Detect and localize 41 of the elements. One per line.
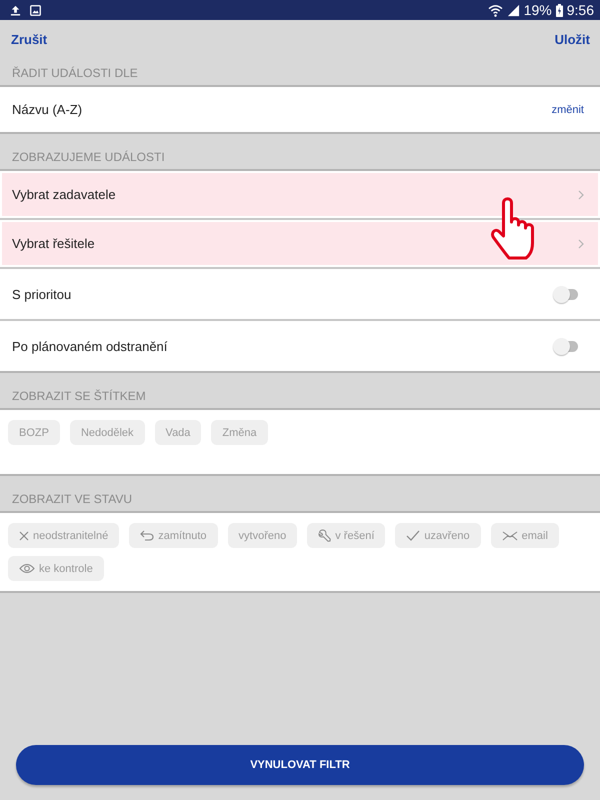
toggle-switch[interactable] bbox=[553, 338, 578, 354]
upload-icon bbox=[10, 4, 21, 16]
row-label: Po plánovaném odstranění bbox=[12, 338, 168, 354]
section-title: ŘADIT UDÁLOSTI DLE bbox=[12, 66, 138, 80]
save-button[interactable]: Uložit bbox=[554, 30, 590, 48]
toggle-switch[interactable] bbox=[553, 286, 578, 302]
filter-chip[interactable]: uzavřeno bbox=[395, 523, 481, 548]
select-row[interactable]: Vybrat řešitele bbox=[2, 222, 598, 265]
section-title: ZOBRAZIT VE STAVU bbox=[12, 492, 132, 506]
undo-arrow-icon bbox=[140, 530, 154, 541]
row-label: S prioritou bbox=[12, 286, 72, 302]
wifi-icon bbox=[488, 4, 503, 16]
filter-chip[interactable]: email bbox=[490, 523, 559, 548]
battery-percent: 19% bbox=[524, 2, 552, 18]
filter-chip[interactable]: Vada bbox=[154, 420, 202, 445]
cross-icon bbox=[19, 530, 29, 540]
chevron-icon bbox=[578, 238, 584, 248]
checkmark-icon bbox=[406, 530, 420, 541]
mail-icon bbox=[502, 530, 518, 540]
eye-icon bbox=[19, 563, 35, 574]
cancel-button[interactable]: Zrušit bbox=[11, 30, 48, 48]
battery-icon bbox=[556, 4, 563, 16]
section-title: ZOBRAZUJEME UDÁLOSTI bbox=[12, 150, 165, 164]
wrench-icon bbox=[318, 529, 332, 542]
clock-time: 9:56 bbox=[566, 2, 594, 18]
select-row[interactable]: Vybrat zadavatele bbox=[2, 173, 598, 216]
change-link[interactable]: změnit bbox=[552, 104, 584, 116]
filter-chip[interactable]: vytvořeno bbox=[228, 523, 298, 548]
section-title: ZOBRAZIT SE ŠTÍTKEM bbox=[12, 389, 146, 403]
reset-filter-button[interactable]: VYNULOVAT FILTR bbox=[16, 745, 584, 785]
filter-chip[interactable]: BOZP bbox=[8, 420, 60, 445]
filter-chip[interactable]: neodstranitelné bbox=[8, 523, 120, 548]
filter-chip[interactable]: Nedodělek bbox=[70, 420, 145, 445]
filter-chip[interactable]: Změna bbox=[211, 420, 268, 445]
signal-icon bbox=[506, 4, 520, 16]
filter-chip[interactable]: ke kontrole bbox=[8, 556, 104, 581]
image-icon bbox=[30, 4, 41, 16]
filter-chip[interactable]: v řešení bbox=[307, 523, 386, 548]
sort-value: Názvu (A-Z) bbox=[12, 102, 82, 117]
chevron-icon bbox=[578, 190, 584, 200]
filter-chip[interactable]: zamítnuto bbox=[129, 523, 218, 548]
